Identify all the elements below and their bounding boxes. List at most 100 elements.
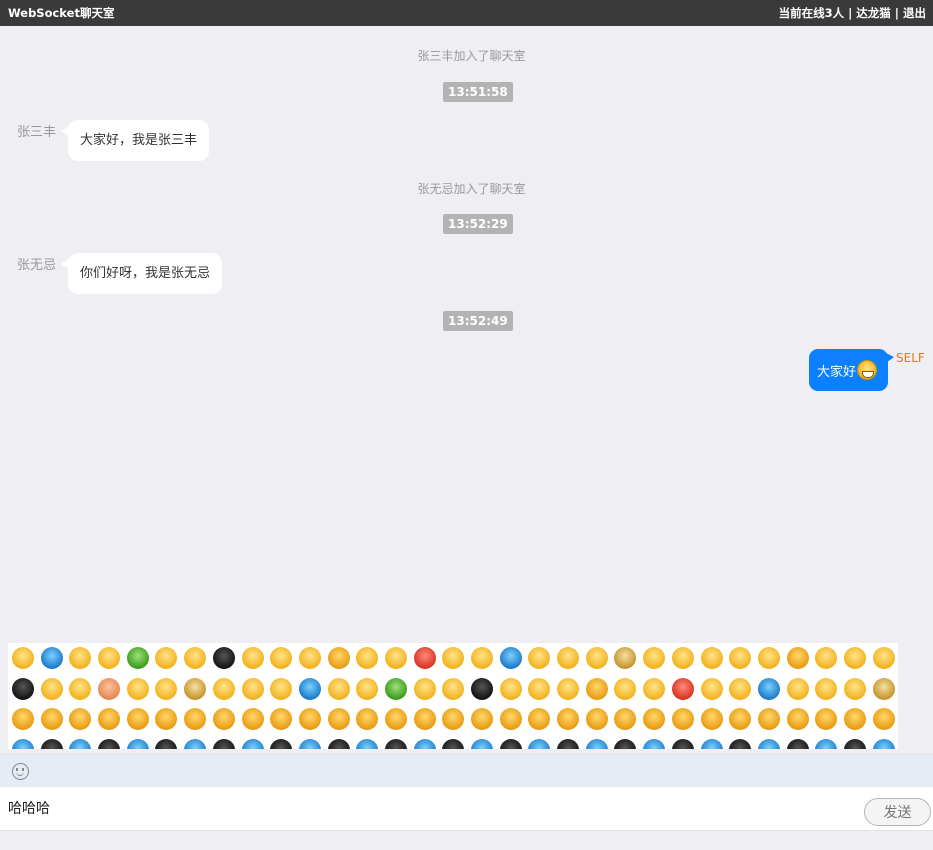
emoji-option-icon[interactable] xyxy=(585,677,608,700)
emoji-option-icon[interactable] xyxy=(442,677,465,700)
emoji-toggle-icon[interactable] xyxy=(12,763,29,780)
emoji-option-icon[interactable] xyxy=(815,647,838,669)
emoji-option-icon[interactable] xyxy=(528,647,551,669)
emoji-option-icon[interactable] xyxy=(528,708,551,730)
emoji-option-icon[interactable] xyxy=(356,677,379,700)
emoji-option-icon[interactable] xyxy=(499,708,522,730)
emoji-option-icon[interactable] xyxy=(413,738,436,749)
emoji-option-icon[interactable] xyxy=(12,647,34,669)
emoji-option-icon[interactable] xyxy=(557,677,580,700)
emoji-option-icon[interactable] xyxy=(843,708,866,730)
emoji-option-icon[interactable] xyxy=(356,738,379,749)
emoji-option-icon[interactable] xyxy=(69,738,92,749)
emoji-option-icon[interactable] xyxy=(557,647,580,669)
logout-link[interactable]: 退出 xyxy=(903,5,926,21)
emoji-option-icon[interactable] xyxy=(729,677,752,700)
emoji-option-icon[interactable] xyxy=(843,647,866,669)
emoji-option-icon[interactable] xyxy=(729,647,752,669)
emoji-option-icon[interactable] xyxy=(786,708,809,730)
emoji-option-icon[interactable] xyxy=(356,708,379,730)
emoji-option-icon[interactable] xyxy=(184,647,207,669)
emoji-option-icon[interactable] xyxy=(614,677,637,700)
emoji-option-icon[interactable] xyxy=(700,708,723,730)
emoji-option-icon[interactable] xyxy=(471,647,493,669)
emoji-option-icon[interactable] xyxy=(700,647,723,669)
emoji-option-icon[interactable] xyxy=(499,677,522,700)
emoji-option-icon[interactable] xyxy=(442,647,465,669)
emoji-option-icon[interactable] xyxy=(126,708,149,730)
emoji-option-icon[interactable] xyxy=(155,708,178,730)
emoji-option-icon[interactable] xyxy=(69,647,92,669)
message-input[interactable] xyxy=(8,795,848,821)
emoji-option-icon[interactable] xyxy=(671,738,694,749)
emoji-option-icon[interactable] xyxy=(499,738,522,749)
emoji-option-icon[interactable] xyxy=(815,738,838,749)
emoji-option-icon[interactable] xyxy=(872,647,895,669)
emoji-option-icon[interactable] xyxy=(614,738,637,749)
emoji-option-icon[interactable] xyxy=(413,708,436,730)
emoji-option-icon[interactable] xyxy=(757,677,780,700)
emoji-option-icon[interactable] xyxy=(241,738,264,749)
emoji-option-icon[interactable] xyxy=(384,708,407,730)
emoji-option-icon[interactable] xyxy=(499,647,522,669)
emoji-option-icon[interactable] xyxy=(384,738,407,749)
emoji-option-icon[interactable] xyxy=(585,708,608,730)
emoji-option-icon[interactable] xyxy=(98,738,121,749)
emoji-option-icon[interactable] xyxy=(356,647,379,669)
emoji-option-icon[interactable] xyxy=(298,708,321,730)
emoji-option-icon[interactable] xyxy=(327,708,350,730)
emoji-option-icon[interactable] xyxy=(298,738,321,749)
emoji-option-icon[interactable] xyxy=(298,677,321,700)
emoji-option-icon[interactable] xyxy=(643,708,666,730)
emoji-option-icon[interactable] xyxy=(843,738,866,749)
emoji-option-icon[interactable] xyxy=(471,738,493,749)
emoji-option-icon[interactable] xyxy=(786,647,809,669)
emoji-option-icon[interactable] xyxy=(327,647,350,669)
emoji-option-icon[interactable] xyxy=(40,708,63,730)
emoji-option-icon[interactable] xyxy=(270,677,293,700)
emoji-option-icon[interactable] xyxy=(815,708,838,730)
emoji-option-icon[interactable] xyxy=(528,738,551,749)
emoji-option-icon[interactable] xyxy=(126,738,149,749)
emoji-option-icon[interactable] xyxy=(614,647,637,669)
emoji-option-icon[interactable] xyxy=(442,708,465,730)
emoji-option-icon[interactable] xyxy=(872,708,895,730)
emoji-option-icon[interactable] xyxy=(212,708,235,730)
emoji-option-icon[interactable] xyxy=(155,647,178,669)
emoji-option-icon[interactable] xyxy=(241,708,264,730)
emoji-option-icon[interactable] xyxy=(384,677,407,700)
emoji-option-icon[interactable] xyxy=(270,708,293,730)
emoji-option-icon[interactable] xyxy=(40,647,63,669)
emoji-option-icon[interactable] xyxy=(12,677,34,700)
emoji-option-icon[interactable] xyxy=(557,708,580,730)
emoji-option-icon[interactable] xyxy=(614,708,637,730)
emoji-option-icon[interactable] xyxy=(298,647,321,669)
emoji-option-icon[interactable] xyxy=(872,677,895,700)
emoji-option-icon[interactable] xyxy=(327,677,350,700)
emoji-option-icon[interactable] xyxy=(270,647,293,669)
emoji-option-icon[interactable] xyxy=(700,738,723,749)
emoji-option-icon[interactable] xyxy=(557,738,580,749)
emoji-option-icon[interactable] xyxy=(270,738,293,749)
emoji-option-icon[interactable] xyxy=(442,738,465,749)
emoji-option-icon[interactable] xyxy=(212,647,235,669)
emoji-option-icon[interactable] xyxy=(184,677,207,700)
emoji-option-icon[interactable] xyxy=(413,677,436,700)
emoji-option-icon[interactable] xyxy=(155,738,178,749)
emoji-option-icon[interactable] xyxy=(528,677,551,700)
emoji-option-icon[interactable] xyxy=(98,647,121,669)
emoji-option-icon[interactable] xyxy=(671,708,694,730)
emoji-option-icon[interactable] xyxy=(643,647,666,669)
emoji-option-icon[interactable] xyxy=(843,677,866,700)
emoji-option-icon[interactable] xyxy=(155,677,178,700)
emoji-option-icon[interactable] xyxy=(671,677,694,700)
emoji-option-icon[interactable] xyxy=(729,708,752,730)
emoji-option-icon[interactable] xyxy=(815,677,838,700)
emoji-option-icon[interactable] xyxy=(241,677,264,700)
emoji-option-icon[interactable] xyxy=(126,647,149,669)
emoji-option-icon[interactable] xyxy=(786,677,809,700)
emoji-option-icon[interactable] xyxy=(413,647,436,669)
emoji-option-icon[interactable] xyxy=(12,708,34,730)
emoji-option-icon[interactable] xyxy=(585,738,608,749)
emoji-option-icon[interactable] xyxy=(786,738,809,749)
